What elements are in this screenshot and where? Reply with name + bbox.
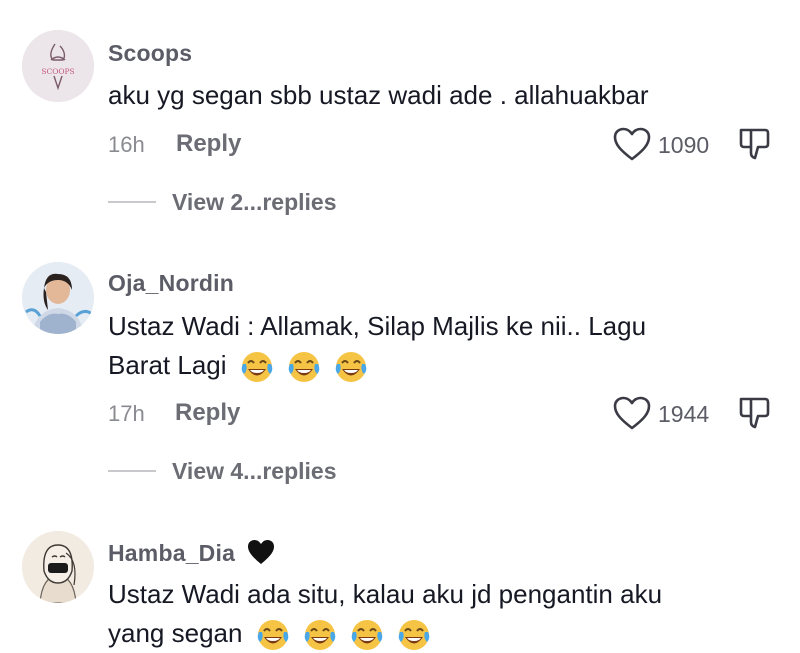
laughing-tears-emoji xyxy=(257,620,288,651)
laughing-tears-emoji xyxy=(304,620,336,651)
laughing-tears-emoji xyxy=(351,620,383,651)
comment-text: Ustaz Wadi ada situ, kalau aku jd pengan… xyxy=(108,575,662,653)
username-text: Hamba_Dia xyxy=(108,540,236,566)
comment-text-line: Ustaz Wadi ada situ, kalau aku jd pengan… xyxy=(108,579,663,609)
user-drawing-icon xyxy=(22,531,94,603)
comment-text-line-content: yang segan xyxy=(108,618,243,648)
comment-text-line: yang segan xyxy=(108,614,662,653)
comment-item: Hamba_Dia Ustaz Wadi ada situ, kalau aku… xyxy=(0,0,800,653)
black-heart-icon xyxy=(247,540,274,564)
comment-username[interactable]: Hamba_Dia xyxy=(108,538,276,567)
laughing-tears-emoji xyxy=(399,620,430,651)
avatar[interactable] xyxy=(22,531,94,603)
